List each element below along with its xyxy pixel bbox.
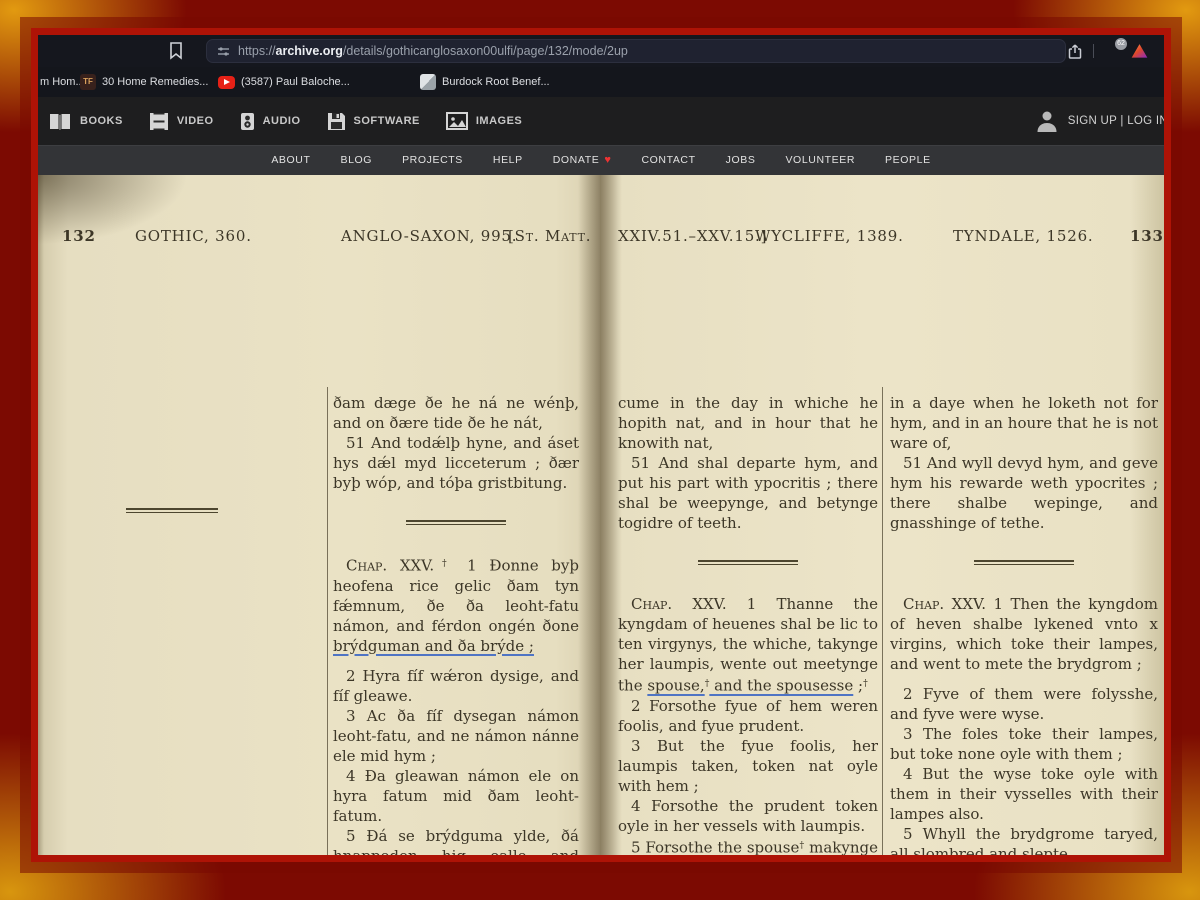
verse-paragraph: 51 And shal departe hym, and put his par… bbox=[618, 453, 878, 533]
images-icon bbox=[446, 112, 468, 130]
verse-paragraph: 5 Whyll the brydgrome taryed, all slombr… bbox=[890, 824, 1158, 855]
wycliffe-column-header: WYCLIFFE, 1389. bbox=[755, 227, 904, 245]
person-icon bbox=[1034, 108, 1060, 134]
wycliffe-column: cume in the day in whiche he hopith nat,… bbox=[618, 393, 878, 855]
verse-paragraph: cume in the day in whiche he hopith nat,… bbox=[618, 393, 878, 453]
tab-books[interactable]: BOOKS bbox=[48, 112, 123, 131]
shield-badge: 62 bbox=[1115, 38, 1127, 50]
section-divider bbox=[974, 560, 1074, 565]
tab-software[interactable]: SOFTWARE bbox=[327, 112, 420, 131]
archive-nav: ABOUT BLOG PROJECTS HELP DONATE♥ CONTACT… bbox=[38, 145, 1164, 175]
tab-video[interactable]: VIDEO bbox=[149, 112, 214, 131]
archive-header: BOOKS VIDEO AUDIO SOFTWARE IMAGES SIGN U… bbox=[38, 97, 1164, 145]
software-icon bbox=[327, 112, 346, 131]
tyndale-column: in a daye when he loketh not for hym, an… bbox=[890, 393, 1158, 855]
verse-paragraph: in a daye when he loketh not for hym, an… bbox=[890, 393, 1158, 453]
verse-paragraph: ðam dæge ðe he ná ne wénþ, and on ðære t… bbox=[333, 393, 579, 433]
nav-blog[interactable]: BLOG bbox=[341, 154, 373, 166]
verse-reference: XXIV.51.–XXV.15.] bbox=[618, 227, 767, 245]
bookmark-item[interactable]: Burdock Root Benef... bbox=[420, 67, 550, 97]
verse-paragraph: 2 Fyve of them were folysshe, and fyve w… bbox=[890, 684, 1158, 724]
bookmarks-bar: m Hom... TF 30 Home Remedies... (3587) P… bbox=[38, 67, 1164, 97]
verse-paragraph: 2 Forsothe fyue of hem weren foolis, and… bbox=[618, 696, 878, 736]
anglosaxon-column-header: ANGLO-SAXON, 995. bbox=[341, 227, 517, 245]
tab-images[interactable]: IMAGES bbox=[446, 112, 522, 130]
site-favicon bbox=[420, 74, 436, 90]
signup-login-link[interactable]: SIGN UP | LOG IN bbox=[1068, 115, 1164, 127]
verse-paragraph: 4 Ða gleawan námon ele on hyra fatum mid… bbox=[333, 766, 579, 826]
bookmark-icon[interactable] bbox=[168, 42, 184, 60]
verse-paragraph: 4 Forsothe the prudent token oyle in her… bbox=[618, 796, 878, 836]
audio-icon bbox=[240, 112, 255, 131]
verse-paragraph: 2 Hyra fíf wǽron dysige, and fíf gleawe. bbox=[333, 666, 579, 706]
brave-shield-icon[interactable]: 62 bbox=[1104, 42, 1121, 60]
verse-paragraph: Chap. XXV. 1 Then the kyngdom of heven s… bbox=[890, 594, 1158, 674]
book-viewer: 132 GOTHIC, 360. ANGLO-SAXON, 995. [St. … bbox=[38, 175, 1164, 855]
page-gutter bbox=[578, 175, 622, 855]
nav-jobs[interactable]: JOBS bbox=[726, 154, 756, 166]
verse-paragraph: 3 The foles toke their lampes, but toke … bbox=[890, 724, 1158, 764]
nav-volunteer[interactable]: VOLUNTEER bbox=[785, 154, 855, 166]
anglosaxon-column: ðam dæge ðe he ná ne wénþ, and on ðære t… bbox=[333, 393, 579, 855]
toolbar-separator bbox=[1093, 44, 1094, 58]
browser-toolbar: https://archive.org/details/gothicanglos… bbox=[38, 35, 1164, 67]
nav-contact[interactable]: CONTACT bbox=[641, 154, 695, 166]
nav-projects[interactable]: PROJECTS bbox=[402, 154, 463, 166]
matt-reference: [St. Matt. bbox=[508, 227, 591, 245]
extension-triangle-icon[interactable] bbox=[1131, 44, 1148, 59]
tyndale-column-header: TYNDALE, 1526. bbox=[953, 227, 1093, 245]
verse-paragraph: Chap. XXV.† 1 Ðonne byþ heofena rice gel… bbox=[333, 554, 579, 656]
nav-donate[interactable]: DONATE♥ bbox=[553, 154, 612, 166]
verse-paragraph: 3 But the fyue foolis, her laumpis taken… bbox=[618, 736, 878, 796]
bookmark-item[interactable]: m Hom... bbox=[40, 67, 85, 97]
verse-paragraph: 51 And wyll devyd hym, and geve hym his … bbox=[890, 453, 1158, 533]
page-number-left: 132 bbox=[62, 227, 96, 245]
books-icon bbox=[48, 112, 72, 131]
section-divider bbox=[406, 520, 506, 525]
nav-help[interactable]: HELP bbox=[493, 154, 523, 166]
page-number-right: 133 bbox=[1130, 227, 1164, 245]
verse-paragraph: 5 Ðá se brýdguma ylde, ðá hnappedon hig … bbox=[333, 826, 579, 855]
gothic-column-header: GOTHIC, 360. bbox=[135, 227, 252, 245]
verse-paragraph: 5 Forsothe the spouse† makynge dwellynge… bbox=[618, 836, 878, 855]
site-controls-icon[interactable] bbox=[217, 45, 230, 58]
bookmark-item[interactable]: TF 30 Home Remedies... bbox=[80, 67, 208, 97]
address-bar[interactable]: https://archive.org/details/gothicanglos… bbox=[206, 39, 1066, 63]
verse-paragraph: 51 And todǽlþ hyne, and áset hys dǽl myd… bbox=[333, 433, 579, 493]
favicon-tf: TF bbox=[80, 74, 96, 90]
verse-paragraph: Chap. XXV. 1 Thanne the kyngdam of heuen… bbox=[618, 594, 878, 696]
verse-paragraph: 4 But the wyse toke oyle with them in th… bbox=[890, 764, 1158, 824]
video-icon bbox=[149, 112, 169, 131]
section-divider bbox=[126, 508, 218, 513]
url-text: https://archive.org/details/gothicanglos… bbox=[238, 44, 628, 58]
nav-people[interactable]: PEOPLE bbox=[885, 154, 931, 166]
section-divider bbox=[698, 560, 798, 565]
browser-window: https://archive.org/details/gothicanglos… bbox=[38, 35, 1164, 855]
column-rule bbox=[882, 387, 883, 855]
verse-paragraph: 3 Ac ða fíf dysegan námon leoht-fatu, an… bbox=[333, 706, 579, 766]
share-icon[interactable] bbox=[1067, 43, 1083, 60]
account-area[interactable]: SIGN UP | LOG IN bbox=[1034, 97, 1164, 145]
column-rule bbox=[327, 387, 328, 855]
heart-icon: ♥ bbox=[604, 154, 611, 166]
bookmark-item[interactable]: (3587) Paul Baloche... bbox=[218, 67, 350, 97]
youtube-favicon bbox=[218, 76, 235, 89]
tab-audio[interactable]: AUDIO bbox=[240, 112, 301, 131]
nav-about[interactable]: ABOUT bbox=[271, 154, 310, 166]
